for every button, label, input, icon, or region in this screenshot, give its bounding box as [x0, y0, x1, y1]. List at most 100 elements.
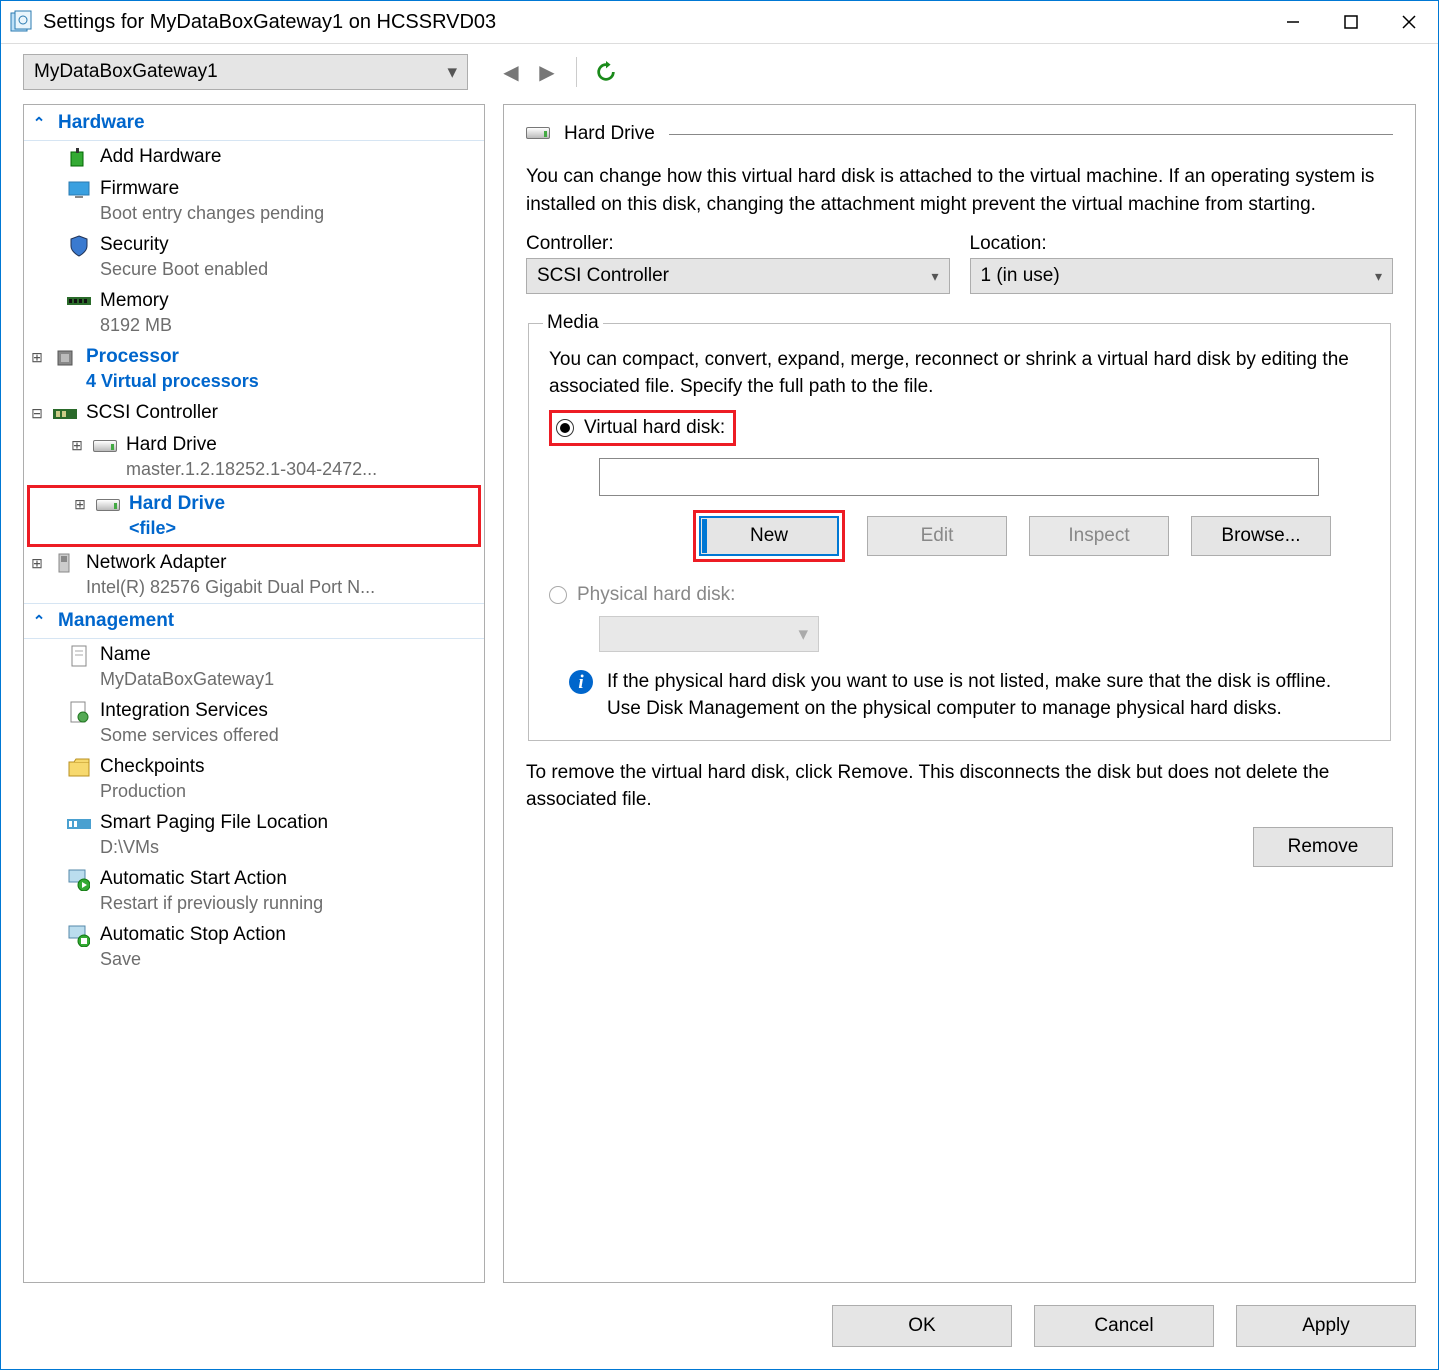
hard-drive-icon — [92, 435, 118, 457]
expand-icon[interactable]: ⊞ — [30, 555, 44, 572]
auto-stop-icon — [66, 925, 92, 947]
tree-integration-services[interactable]: Integration ServicesSome services offere… — [24, 695, 484, 751]
tree-hard-drive-2[interactable]: ⊞ Hard Drive<file> — [30, 488, 478, 544]
monitor-icon — [66, 179, 92, 201]
settings-window: Settings for MyDataBoxGateway1 on HCSSRV… — [0, 0, 1439, 1370]
refresh-button[interactable] — [591, 57, 621, 87]
radio-phys-label: Physical hard disk: — [577, 584, 735, 606]
tree-network-adapter[interactable]: ⊞ Network AdapterIntel(R) 82576 Gigabit … — [24, 547, 484, 603]
toolbar: MyDataBoxGateway1 ▾ ◀ ▶ — [1, 44, 1438, 90]
tree-sublabel: D:\VMs — [100, 835, 328, 859]
collapse-icon[interactable]: ⊟ — [30, 405, 44, 422]
expand-icon[interactable]: ⊞ — [73, 496, 87, 513]
tree-label: Security — [100, 233, 268, 257]
media-description: You can compact, convert, expand, merge,… — [549, 346, 1376, 400]
controller-icon — [52, 403, 78, 425]
vhd-button-row: New Edit Inspect Browse... — [693, 510, 1376, 562]
toolbar-divider — [576, 57, 577, 87]
remove-note: To remove the virtual hard disk, click R… — [526, 759, 1393, 813]
radio-virtual-hard-disk[interactable] — [556, 419, 574, 437]
tree-sublabel: 8192 MB — [100, 313, 172, 337]
media-legend: Media — [543, 312, 603, 334]
header-rule — [669, 134, 1393, 135]
tree-label: Automatic Stop Action — [100, 923, 286, 947]
tree-hard-drive-2-highlight: ⊞ Hard Drive<file> — [27, 485, 481, 547]
tree-sublabel: Some services offered — [100, 723, 279, 747]
tree-auto-start[interactable]: Automatic Start ActionRestart if previou… — [24, 863, 484, 919]
tree-processor[interactable]: ⊞ Processor4 Virtual processors — [24, 341, 484, 397]
management-section-header[interactable]: ⌃ Management — [24, 603, 484, 639]
tree-label: Memory — [100, 289, 172, 313]
name-icon — [66, 645, 92, 667]
ok-button[interactable]: OK — [832, 1305, 1012, 1347]
dialog-footer: OK Cancel Apply — [1, 1293, 1438, 1369]
info-icon: i — [569, 670, 593, 694]
media-group: Media You can compact, convert, expand, … — [528, 312, 1391, 741]
detail-header: Hard Drive — [526, 123, 1393, 145]
shield-icon — [66, 235, 92, 257]
expand-icon[interactable]: ⊞ — [30, 349, 44, 366]
edit-button: Edit — [867, 516, 1007, 556]
tree-scsi-controller[interactable]: ⊟ SCSI Controller — [24, 397, 484, 429]
tree-sublabel: Restart if previously running — [100, 891, 323, 915]
controller-value: SCSI Controller — [537, 265, 669, 287]
tree-sublabel: Boot entry changes pending — [100, 201, 324, 225]
tree-sublabel: 4 Virtual processors — [86, 369, 259, 393]
memory-icon — [66, 291, 92, 313]
tree-label: Name — [100, 643, 274, 667]
tree-auto-stop[interactable]: Automatic Stop ActionSave — [24, 919, 484, 975]
nav-arrows: ◀ ▶ — [496, 57, 621, 87]
tree-firmware[interactable]: FirmwareBoot entry changes pending — [24, 173, 484, 229]
tree-add-hardware[interactable]: Add Hardware — [24, 141, 484, 173]
minimize-button[interactable] — [1264, 2, 1322, 42]
settings-tree: ⌃ Hardware Add Hardware FirmwareBoot ent… — [23, 104, 485, 1283]
new-button[interactable]: New — [699, 516, 839, 556]
vhd-path-input[interactable] — [599, 458, 1319, 496]
integration-icon — [66, 701, 92, 723]
nav-forward-button[interactable]: ▶ — [532, 57, 562, 87]
tree-label: SCSI Controller — [86, 401, 218, 425]
apply-button[interactable]: Apply — [1236, 1305, 1416, 1347]
radio-physical-hard-disk-row: Physical hard disk: — [543, 584, 1376, 606]
tree-label: Smart Paging File Location — [100, 811, 328, 835]
tree-sublabel: Intel(R) 82576 Gigabit Dual Port N... — [86, 575, 375, 599]
tree-hard-drive-1[interactable]: ⊞ Hard Drivemaster.1.2.18252.1-304-2472.… — [24, 429, 484, 485]
chevron-down-icon: ▾ — [447, 61, 457, 84]
controller-label: Controller: — [526, 233, 950, 255]
hard-drive-icon — [526, 123, 550, 145]
titlebar: Settings for MyDataBoxGateway1 on HCSSRV… — [1, 1, 1438, 44]
vm-selector[interactable]: MyDataBoxGateway1 ▾ — [23, 54, 468, 90]
maximize-button[interactable] — [1322, 2, 1380, 42]
tree-smart-paging[interactable]: Smart Paging File LocationD:\VMs — [24, 807, 484, 863]
physical-disk-info-text: If the physical hard disk you want to us… — [607, 668, 1370, 722]
physical-disk-info: i If the physical hard disk you want to … — [569, 668, 1370, 722]
tree-sublabel: <file> — [129, 516, 225, 540]
hardware-section-header[interactable]: ⌃ Hardware — [24, 105, 484, 141]
tree-label: Firmware — [100, 177, 324, 201]
tree-checkpoints[interactable]: CheckpointsProduction — [24, 751, 484, 807]
tree-sublabel: master.1.2.18252.1-304-2472... — [126, 457, 377, 481]
detail-title: Hard Drive — [564, 123, 655, 145]
vm-selector-value: MyDataBoxGateway1 — [34, 61, 218, 83]
tree-security[interactable]: SecuritySecure Boot enabled — [24, 229, 484, 285]
vhd-radio-highlight: Virtual hard disk: — [549, 410, 736, 446]
tree-memory[interactable]: Memory8192 MB — [24, 285, 484, 341]
remove-button[interactable]: Remove — [1253, 827, 1393, 867]
chevron-down-icon: ▾ — [1375, 268, 1382, 285]
checkpoints-icon — [66, 757, 92, 779]
nav-back-button[interactable]: ◀ — [496, 57, 526, 87]
radio-physical-hard-disk — [549, 586, 567, 604]
tree-name[interactable]: NameMyDataBoxGateway1 — [24, 639, 484, 695]
physical-disk-select: ▾ — [599, 616, 819, 652]
location-value: 1 (in use) — [981, 265, 1060, 287]
close-button[interactable] — [1380, 2, 1438, 42]
hard-drive-icon — [95, 494, 121, 516]
cancel-button[interactable]: Cancel — [1034, 1305, 1214, 1347]
browse-button[interactable]: Browse... — [1191, 516, 1331, 556]
tree-label: Network Adapter — [86, 551, 375, 575]
radio-vhd-label: Virtual hard disk: — [584, 417, 725, 439]
location-select[interactable]: 1 (in use) ▾ — [970, 258, 1394, 294]
network-adapter-icon — [52, 553, 78, 575]
expand-icon[interactable]: ⊞ — [70, 437, 84, 454]
controller-select[interactable]: SCSI Controller ▾ — [526, 258, 950, 294]
